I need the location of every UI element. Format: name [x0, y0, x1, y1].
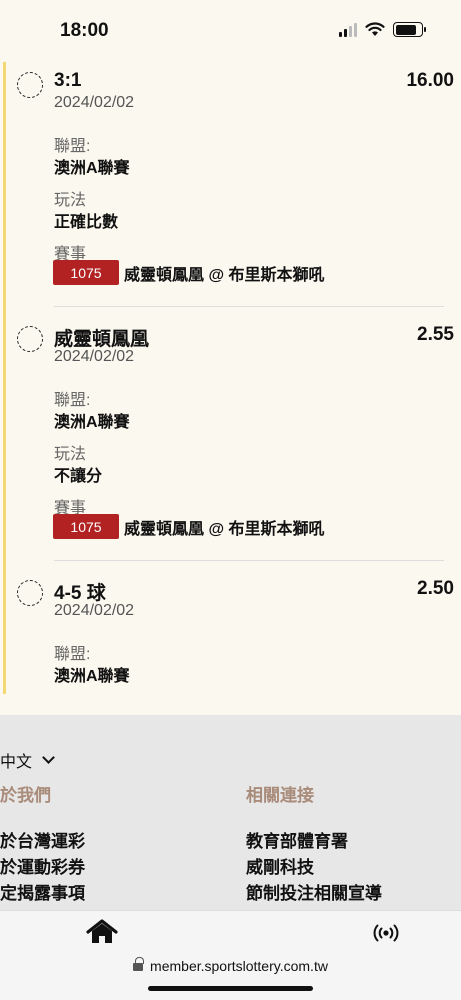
- match-code-badge: 1075: [53, 514, 119, 539]
- divider: [54, 306, 444, 307]
- status-icons: [339, 22, 426, 37]
- status-time: 18:00: [60, 20, 109, 41]
- bet-date: 2024/02/02: [54, 94, 135, 111]
- match-row[interactable]: 1075 威靈頓鳳凰 @ 布里斯本獅吼: [53, 514, 325, 539]
- league-label: 聯盟:: [54, 138, 91, 155]
- url-text: member.sportslottery.com.tw: [150, 958, 328, 974]
- league-value: 澳洲A聯賽: [54, 160, 130, 177]
- language-selector[interactable]: 中文: [0, 748, 55, 772]
- bet-odds: 2.50: [417, 578, 454, 599]
- league-value: 澳洲A聯賽: [54, 668, 130, 685]
- select-bet-checkbox[interactable]: [17, 326, 43, 352]
- select-bet-checkbox[interactable]: [17, 580, 43, 606]
- battery-icon: [393, 22, 426, 37]
- bottom-tab-bar: [0, 910, 461, 952]
- bet-date: 2024/02/02: [54, 602, 135, 619]
- cellular-signal-icon: [339, 22, 357, 37]
- footer-link[interactable]: 於台灣運彩: [0, 827, 85, 852]
- play-value: 不讓分: [54, 468, 103, 485]
- bet-selection: 威靈頓鳳凰: [54, 329, 150, 350]
- bet-selection: 4-5 球: [54, 583, 106, 604]
- home-indicator: [148, 986, 313, 991]
- bet-date: 2024/02/02: [54, 348, 135, 365]
- about-heading: 於我們: [0, 786, 51, 805]
- bet-selection: 3:1: [54, 70, 82, 91]
- match-name: 威靈頓鳳凰 @ 布里斯本獅吼: [124, 520, 325, 538]
- select-bet-checkbox[interactable]: [17, 72, 43, 98]
- wifi-icon: [365, 22, 385, 36]
- live-broadcast-icon[interactable]: [373, 924, 399, 942]
- home-icon[interactable]: [86, 919, 118, 945]
- play-label: 玩法: [54, 192, 87, 209]
- match-code-badge: 1075: [53, 260, 119, 285]
- bet-odds: 16.00: [406, 70, 454, 91]
- league-value: 澳洲A聯賽: [54, 414, 130, 431]
- related-heading: 相關連接: [246, 786, 314, 805]
- bet-odds: 2.55: [417, 324, 454, 345]
- footer-link[interactable]: 教育部體育署: [246, 827, 348, 852]
- site-footer: 中文 於我們 於台灣運彩 於運動彩券 定揭露事項 相關連接 教育部體育署 威剛科…: [0, 715, 461, 910]
- footer-link[interactable]: 定揭露事項: [0, 879, 85, 904]
- browser-url-bar: member.sportslottery.com.tw: [0, 952, 461, 1000]
- status-bar: 18:00: [0, 0, 461, 62]
- divider: [54, 560, 444, 561]
- address-field[interactable]: member.sportslottery.com.tw: [0, 956, 461, 974]
- match-row[interactable]: 1075 威靈頓鳳凰 @ 布里斯本獅吼: [53, 260, 325, 285]
- bet-slip-list: 3:1 16.00 2024/02/02 聯盟: 澳洲A聯賽 玩法 正確比數 賽…: [0, 62, 461, 694]
- play-value: 正確比數: [54, 214, 119, 231]
- match-name: 威靈頓鳳凰 @ 布里斯本獅吼: [124, 266, 325, 284]
- lock-icon: [133, 956, 144, 972]
- footer-link[interactable]: 威剛科技: [246, 853, 314, 878]
- language-label: 中文: [0, 754, 33, 771]
- footer-link[interactable]: 節制投注相關宣導: [246, 879, 382, 904]
- footer-link[interactable]: 於運動彩券: [0, 853, 85, 878]
- league-label: 聯盟:: [54, 646, 91, 663]
- league-label: 聯盟:: [54, 392, 91, 409]
- chevron-down-icon: [42, 751, 55, 764]
- play-label: 玩法: [54, 446, 87, 463]
